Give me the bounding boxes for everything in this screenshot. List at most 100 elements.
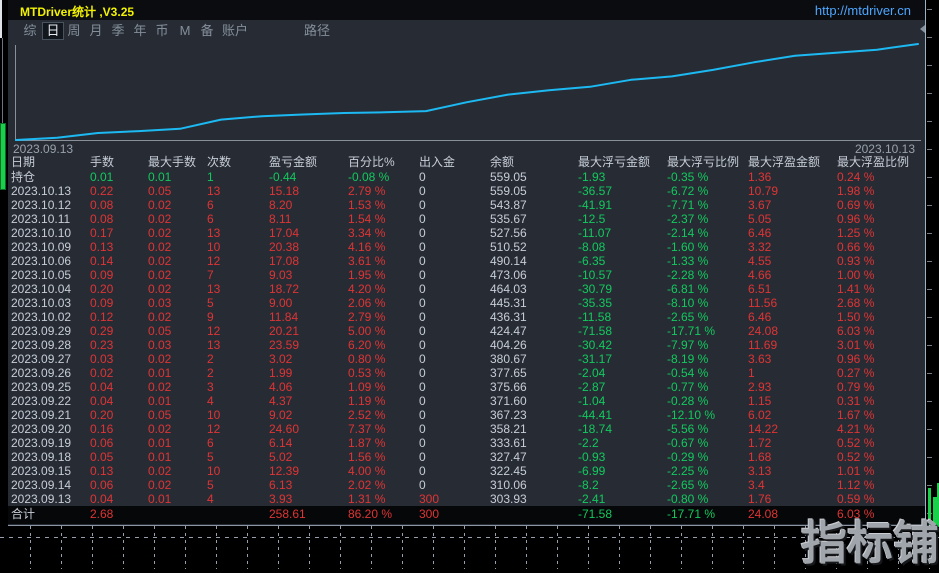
menu-item-2[interactable]: 日 <box>42 22 64 40</box>
cell: 5 <box>207 478 214 492</box>
grid-vline <box>557 526 558 569</box>
cell: 0.69 % <box>837 198 875 212</box>
cell: 0.01 <box>148 436 172 450</box>
cell: 0.02 <box>148 198 172 212</box>
cell: 0.16 <box>90 422 114 436</box>
cell: 1.98 % <box>837 184 875 198</box>
cell: 300 <box>419 507 440 521</box>
menu-item-7[interactable]: 币 <box>152 22 172 40</box>
panel-resize-handle[interactable] <box>920 25 925 33</box>
cell: 0 <box>419 394 426 408</box>
left-edge-line <box>0 0 2 38</box>
menu-item-10[interactable]: 账户 <box>219 22 251 40</box>
table-row-2023.09.29: 2023.09.29 0.29 0.05 12 20.21 5.00 % 0 424.47 -7… <box>8 324 925 338</box>
grid-vline <box>526 526 527 569</box>
menu-item-4[interactable]: 月 <box>86 22 106 40</box>
cell: 17.04 <box>269 226 300 240</box>
cell: 出入金 <box>419 155 456 169</box>
cell: 13 <box>207 338 221 352</box>
cell: 490.14 <box>490 254 527 268</box>
cell: -2.41 <box>578 492 606 506</box>
menu-item-3[interactable]: 周 <box>64 22 84 40</box>
cell: -6.81 % <box>667 282 709 296</box>
cell: 6.03 % <box>837 324 875 338</box>
row-label: 2023.10.05 <box>11 268 72 282</box>
mtdriver-url-link[interactable]: http://mtdriver.cn <box>815 3 911 18</box>
grid-vline <box>464 526 465 569</box>
cell: 4.00 % <box>348 464 386 478</box>
row-label: 2023.09.19 <box>11 436 72 450</box>
watermark: 指标铺 <box>801 517 939 569</box>
cell: -8.2 <box>578 478 599 492</box>
price-scale-tick <box>927 373 932 374</box>
cell: 5.00 % <box>348 324 386 338</box>
menu-item-8[interactable]: M <box>175 22 195 40</box>
row-label: 2023.10.13 <box>11 184 72 198</box>
cell: 464.03 <box>490 282 527 296</box>
cell: 10 <box>207 240 221 254</box>
cell: 5 <box>207 450 214 464</box>
menu-item-9[interactable]: 备 <box>197 22 217 40</box>
cell: 1.36 <box>748 170 772 184</box>
cell: 0.01 <box>148 366 172 380</box>
chart-y-axis <box>15 45 16 141</box>
cell: 最大浮亏比例 <box>667 155 740 169</box>
menu-item-6[interactable]: 年 <box>130 22 150 40</box>
menu-item-path[interactable]: 路径 <box>304 22 330 40</box>
cell: 3.61 % <box>348 254 386 268</box>
cell: 1.56 % <box>348 450 386 464</box>
cell: 3.01 % <box>837 338 875 352</box>
cell: 12.39 <box>269 464 300 478</box>
cell: 0.05 <box>90 450 114 464</box>
grid-vline <box>185 526 186 569</box>
row-label: 2023.10.09 <box>11 240 72 254</box>
row-label: 2023.10.04 <box>11 282 72 296</box>
cell: 5 <box>207 296 214 310</box>
cell: -0.80 % <box>667 492 709 506</box>
cell: 0.12 <box>90 310 114 324</box>
cell: 6 <box>207 436 214 450</box>
grid-vline <box>340 526 341 569</box>
grid-vline <box>588 526 589 569</box>
row-label: 2023.10.02 <box>11 310 72 324</box>
cell: 13 <box>207 282 221 296</box>
cell: 0 <box>419 226 426 240</box>
price-scale-tick <box>927 205 932 206</box>
cell: -2.14 % <box>667 226 709 240</box>
cell: 0.05 <box>148 408 172 422</box>
cell: 1.50 % <box>837 310 875 324</box>
cell: 24.08 <box>748 507 779 521</box>
cell: -2.28 % <box>667 268 709 282</box>
cell: 13 <box>207 226 221 240</box>
price-scale-tick <box>927 261 932 262</box>
grid-vline <box>154 526 155 569</box>
cell: -0.67 % <box>667 436 709 450</box>
cell: 0.52 % <box>837 436 875 450</box>
cell: 余额 <box>490 155 515 169</box>
cell: 9.00 <box>269 296 293 310</box>
table-row-2023.09.14: 2023.09.14 0.06 0.02 5 6.13 2.02 % 0 310.06 -8.2… <box>8 478 925 492</box>
cell: 1.99 <box>269 366 293 380</box>
cell: 4 <box>207 394 214 408</box>
cell: -5.56 % <box>667 422 709 436</box>
cell: 0.01 <box>148 450 172 464</box>
cell: -71.58 <box>578 507 613 521</box>
cell: 3.67 <box>748 198 772 212</box>
cell: 0.02 <box>148 380 172 394</box>
cell: 1.67 % <box>837 408 875 422</box>
menu-item-1[interactable]: 综 <box>20 22 40 40</box>
cell: 1.53 % <box>348 198 386 212</box>
cell: 0.05 <box>148 184 172 198</box>
cell: 0 <box>419 422 426 436</box>
cell: 3 <box>207 380 214 394</box>
cell: -1.60 % <box>667 240 709 254</box>
cell: -8.08 <box>578 240 606 254</box>
cell: 0.06 <box>90 436 114 450</box>
table-row-2023.09.22: 2023.09.22 0.04 0.01 4 4.37 1.19 % 0 371.60 -1.0… <box>8 394 925 408</box>
row-label: 2023.09.26 <box>11 366 72 380</box>
cell: -17.71 % <box>667 507 716 521</box>
cell: 258.61 <box>269 507 306 521</box>
grid-vline <box>681 526 682 569</box>
cell: 0.03 <box>148 338 172 352</box>
menu-item-5[interactable]: 季 <box>108 22 128 40</box>
